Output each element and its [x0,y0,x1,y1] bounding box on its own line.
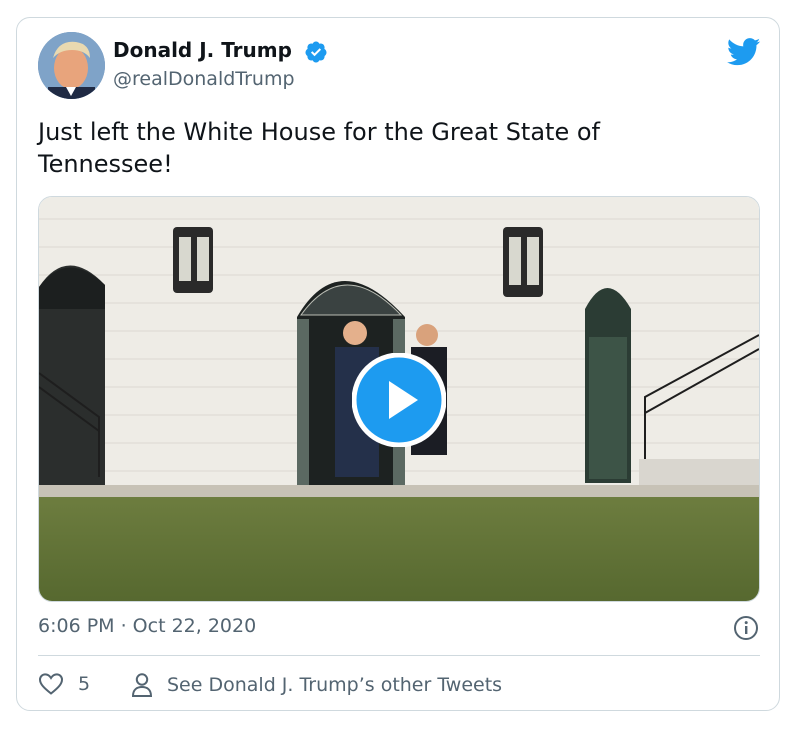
heart-icon [38,673,64,695]
see-other-tweets-label: See Donald J. Trump’s other Tweets [167,674,503,696]
like-button[interactable]: 5 [38,672,90,696]
see-other-tweets-link[interactable]: See Donald J. Trump’s other Tweets [131,672,502,698]
like-count: 5 [78,673,91,695]
tweet-card[interactable]: Donald J. Trump @realDonaldTrump Just le… [16,17,780,711]
play-icon[interactable] [352,353,446,447]
info-icon[interactable] [733,615,759,641]
divider [38,655,760,656]
person-icon [131,673,153,697]
video-player[interactable] [38,196,760,602]
verified-badge-icon [305,41,327,63]
author-name[interactable]: Donald J. Trump [113,38,292,62]
tweet-text: Just left the White House for the Great … [38,118,600,178]
twitter-bird-icon[interactable] [727,38,761,66]
avatar[interactable] [38,32,105,99]
tweet-timestamp[interactable]: 6:06 PM · Oct 22, 2020 [38,615,256,637]
author-handle[interactable]: @realDonaldTrump [113,68,295,90]
